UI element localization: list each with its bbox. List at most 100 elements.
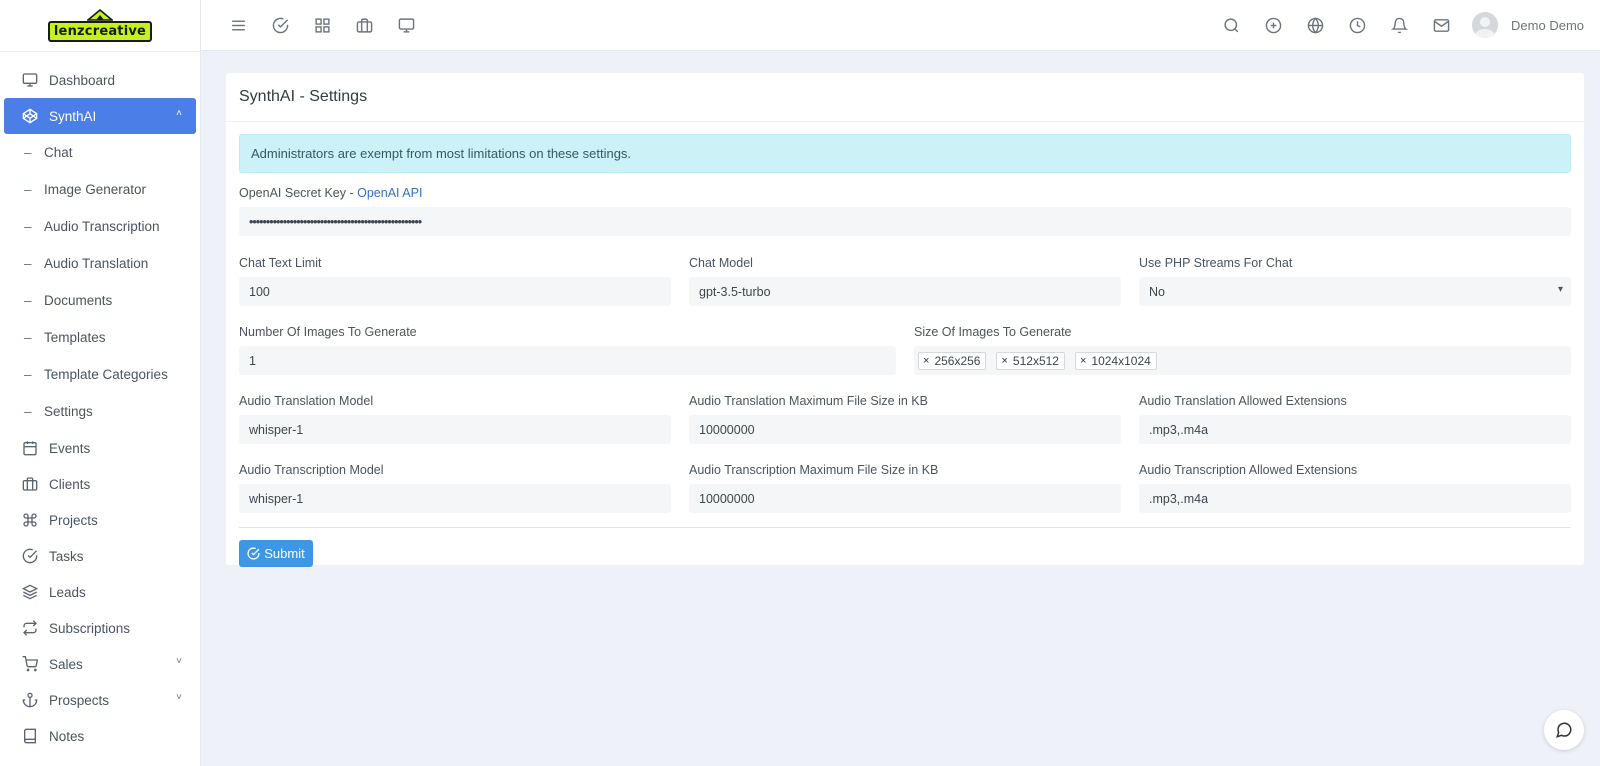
chevron-down-icon: ˅: [176, 692, 182, 703]
sidebar-item-prospects[interactable]: Prospects ˅: [4, 682, 196, 718]
submit-button[interactable]: Submit: [239, 540, 313, 567]
sidebar-item-label: SynthAI: [49, 108, 97, 124]
chat-bubble-button[interactable]: [1544, 710, 1584, 750]
settings-card: SynthAI - Settings Administrators are ex…: [226, 73, 1584, 567]
sidebar-subitem-label: Chat: [44, 145, 73, 160]
sidebar-subitem-label: Audio Translation: [44, 256, 149, 271]
plus-circle-icon[interactable]: [1252, 5, 1294, 45]
sidebar-subitem-template-categories[interactable]: – Template Categories: [0, 356, 200, 393]
sidebar-item-subscriptions[interactable]: Subscriptions: [4, 610, 196, 646]
search-icon[interactable]: [1210, 5, 1252, 45]
globe-icon[interactable]: [1294, 5, 1336, 45]
sidebar-item-notes[interactable]: Notes: [4, 718, 196, 754]
user-name[interactable]: Demo Demo: [1511, 18, 1584, 33]
sidebar-item-synthai[interactable]: SynthAI ˄: [4, 98, 196, 134]
sidebar-item-sales[interactable]: Sales ˅: [4, 646, 196, 682]
info-alert: Administrators are exempt from most limi…: [239, 134, 1571, 173]
sidebar-subitem-templates[interactable]: – Templates: [0, 319, 200, 356]
sidebar-item-events[interactable]: Events: [4, 430, 196, 466]
sidebar-item-tasks[interactable]: Tasks: [4, 538, 196, 574]
sidebar-subitem-audio-translation[interactable]: – Audio Translation: [0, 245, 200, 282]
sidebar-subitem-label: Image Generator: [44, 182, 147, 197]
transcription-model-label: Audio Transcription Model: [239, 463, 384, 477]
image-sizes-multiselect[interactable]: × 256x256 × 512x512 × 1024x1024: [914, 346, 1571, 375]
sidebar-item-label: Clients: [49, 476, 91, 492]
sidebar-item-label: Projects: [49, 512, 98, 528]
tag-label: 1024x1024: [1091, 353, 1151, 368]
translation-max-size-input[interactable]: 10000000: [689, 415, 1121, 444]
chat-model-input[interactable]: gpt-3.5-turbo: [689, 277, 1121, 306]
logo[interactable]: lenzcreative: [0, 0, 200, 52]
sidebar-subitem-documents[interactable]: – Documents: [0, 282, 200, 319]
chevron-up-icon: ˄: [176, 108, 182, 119]
secret-key-input[interactable]: ••••••••••••••••••••••••••••••••••••••••…: [239, 207, 1571, 236]
size-tag[interactable]: × 1024x1024: [1074, 351, 1157, 370]
transcription-extensions-label: Audio Transcription Allowed Extensions: [1139, 463, 1358, 477]
translation-extensions-input[interactable]: .mp3,.m4a: [1139, 415, 1571, 444]
divider: [239, 527, 1571, 528]
sidebar-item-label: Sales: [49, 656, 83, 672]
logo-text: lenzcreative: [47, 21, 153, 42]
translation-extensions-label: Audio Translation Allowed Extensions: [1139, 394, 1347, 408]
input-value: .mp3,.m4a: [1149, 422, 1209, 437]
sidebar-item-leads[interactable]: Leads: [4, 574, 196, 610]
input-value: 10000000: [699, 491, 755, 506]
briefcase-icon[interactable]: [343, 5, 385, 45]
anchor-icon: [21, 691, 39, 709]
avatar[interactable]: [1472, 12, 1499, 38]
grid-icon[interactable]: [301, 5, 343, 45]
size-tag[interactable]: × 512x512: [996, 351, 1065, 370]
num-images-input[interactable]: 1: [239, 346, 896, 375]
clock-icon[interactable]: [1336, 5, 1378, 45]
check-circle-icon: [21, 547, 39, 565]
repeat-icon: [21, 619, 39, 637]
page-title: SynthAI - Settings: [226, 73, 1584, 122]
sidebar-subitem-settings[interactable]: – Settings: [0, 393, 200, 430]
check-circle-icon[interactable]: [259, 5, 301, 45]
transcription-model-input[interactable]: whisper-1: [239, 484, 671, 513]
close-icon[interactable]: ×: [923, 355, 929, 367]
chat-text-limit-input[interactable]: 100: [239, 277, 671, 306]
topbar: Demo Demo: [201, 0, 1600, 51]
secret-key-value: ••••••••••••••••••••••••••••••••••••••••…: [249, 214, 422, 229]
check-circle-icon: [247, 547, 260, 560]
codepen-icon: [21, 107, 39, 125]
select-value: No: [1149, 284, 1165, 299]
sidebar-item-label: Tasks: [49, 548, 84, 564]
transcription-max-size-input[interactable]: 10000000: [689, 484, 1121, 513]
transcription-extensions-input[interactable]: .mp3,.m4a: [1139, 484, 1571, 513]
close-icon[interactable]: ×: [1080, 355, 1086, 367]
sidebar-subitem-label: Settings: [44, 404, 93, 419]
num-images-label: Number Of Images To Generate: [239, 325, 417, 339]
sidebar-subitem-label: Audio Transcription: [44, 219, 160, 234]
close-icon[interactable]: ×: [1001, 355, 1007, 367]
openai-api-link[interactable]: OpenAI API: [357, 186, 422, 200]
layers-icon: [21, 583, 39, 601]
translation-model-input[interactable]: whisper-1: [239, 415, 671, 444]
sidebar-subitem-label: Template Categories: [44, 367, 168, 382]
secret-key-label: OpenAI Secret Key - OpenAI API: [239, 186, 1571, 200]
sidebar-item-label: Subscriptions: [49, 620, 131, 636]
monitor-icon: [21, 71, 39, 89]
sidebar-subitem-image-generator[interactable]: – Image Generator: [0, 171, 200, 208]
sidebar-item-label: Leads: [49, 584, 86, 600]
image-sizes-label: Size Of Images To Generate: [914, 325, 1072, 339]
monitor-icon[interactable]: [385, 5, 427, 45]
input-value: 1: [249, 353, 256, 368]
sidebar-subitem-audio-transcription[interactable]: – Audio Transcription: [0, 208, 200, 245]
mail-icon[interactable]: [1420, 5, 1462, 45]
sidebar-item-clients[interactable]: Clients: [4, 466, 196, 502]
sidebar-item-label: Notes: [49, 728, 85, 744]
sidebar-item-projects[interactable]: Projects: [4, 502, 196, 538]
translation-max-size-label: Audio Translation Maximum File Size in K…: [689, 394, 928, 408]
sidebar-subitem-chat[interactable]: – Chat: [0, 134, 200, 171]
input-value: 100: [249, 284, 270, 299]
size-tag[interactable]: × 256x256: [918, 351, 987, 370]
bell-icon[interactable]: [1378, 5, 1420, 45]
sidebar-item-dashboard[interactable]: Dashboard: [4, 62, 196, 98]
menu-icon[interactable]: [217, 5, 259, 45]
input-value: whisper-1: [249, 491, 304, 506]
php-streams-select[interactable]: No: [1139, 277, 1571, 306]
logo-mark-icon: [86, 9, 113, 21]
submit-label: Submit: [264, 546, 305, 561]
